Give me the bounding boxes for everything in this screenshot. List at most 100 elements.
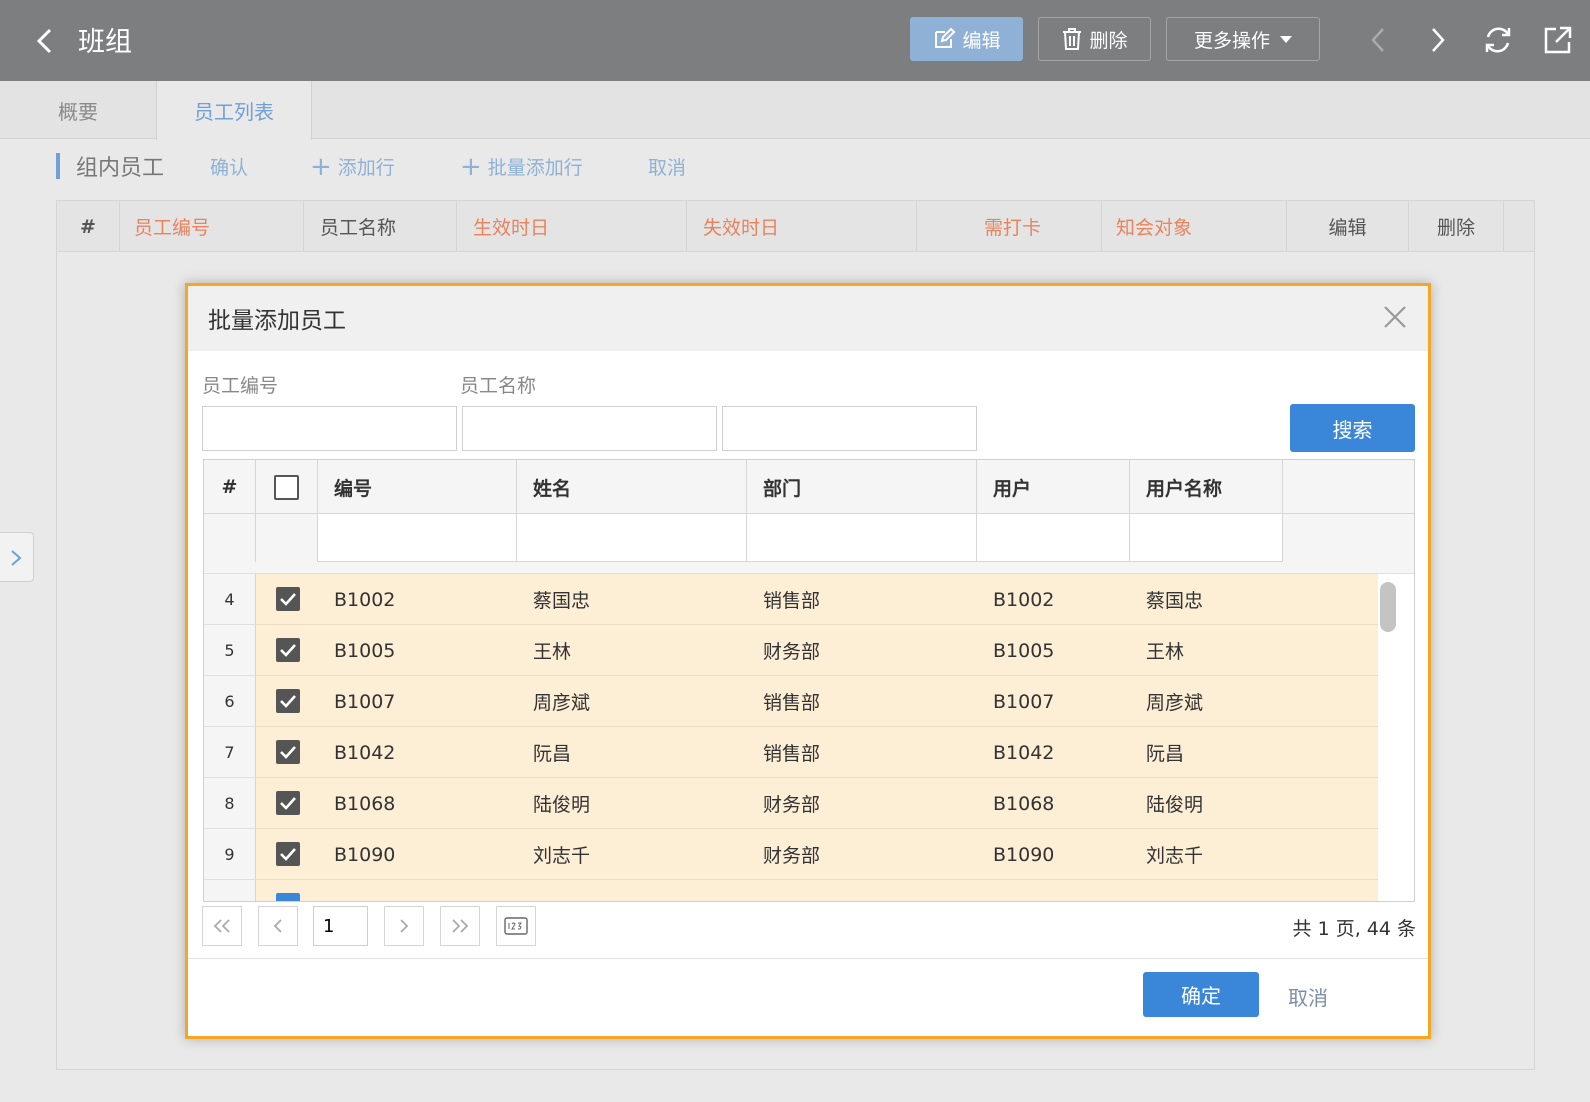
row-checkbox[interactable] — [276, 791, 300, 815]
col-user[interactable]: 用户 — [977, 460, 1130, 514]
delete-button-label: 删除 — [1089, 29, 1128, 52]
prev-record-icon[interactable] — [1358, 20, 1398, 60]
row-checkbox[interactable] — [276, 587, 300, 611]
tab-overview[interactable]: 概要 — [0, 81, 156, 139]
page-size-button[interactable] — [496, 906, 536, 946]
tab-employee-list[interactable]: 员工列表 — [156, 81, 312, 140]
add-row-label: 添加行 — [337, 157, 395, 179]
table-row[interactable]: 6 B1007 周彦斌 销售部 B1007 周彦斌 — [204, 676, 1414, 727]
app-header: 班组 编辑 删除 更多操作 — [0, 0, 1590, 81]
page-number-input[interactable] — [313, 906, 368, 946]
col-clock-in-required[interactable]: 需打卡 — [917, 201, 1102, 252]
filter-cell-code[interactable] — [318, 514, 517, 562]
dialog-footer-divider — [188, 958, 1428, 959]
side-panel-toggle[interactable] — [0, 532, 34, 582]
col-code[interactable]: 编号 — [318, 460, 517, 514]
chevron-right-icon — [11, 550, 22, 566]
selection-grid-header: # 编号 姓名 部门 用户 用户名称 — [204, 460, 1414, 514]
dialog-title: 批量添加员工 — [208, 308, 346, 334]
dialog-header: 批量添加员工 — [188, 286, 1428, 351]
col-department[interactable]: 部门 — [747, 460, 977, 514]
cell-user-name: 陆俊明 — [1146, 794, 1204, 816]
row-index — [204, 880, 256, 901]
row-checkbox[interactable] — [276, 893, 300, 901]
add-row-link[interactable]: + 添加行 — [310, 153, 395, 180]
col-name[interactable]: 姓名 — [517, 460, 747, 514]
cell-name: 蔡国忠 — [533, 590, 591, 612]
refresh-icon[interactable] — [1478, 20, 1518, 60]
row-index: 9 — [204, 829, 256, 880]
more-actions-dropdown[interactable]: 更多操作 — [1166, 17, 1320, 61]
row-checkbox[interactable] — [276, 689, 300, 713]
cancel-button[interactable]: 取消 — [1288, 982, 1328, 1011]
employee-selection-grid: # 编号 姓名 部门 用户 用户名称 4 B1002 蔡国忠 销售部 B1002… — [203, 459, 1415, 902]
col-notify-target[interactable]: 知会对象 — [1102, 201, 1287, 252]
delete-button[interactable]: 删除 — [1038, 17, 1151, 61]
cell-code: B1042 — [334, 741, 396, 764]
row-checkbox[interactable] — [276, 842, 300, 866]
table-row[interactable]: 4 B1002 蔡国忠 销售部 B1002 蔡国忠 — [204, 574, 1414, 625]
col-edit: 编辑 — [1287, 201, 1409, 252]
row-checkbox[interactable] — [276, 740, 300, 764]
col-expiry-date[interactable]: 失效时日 — [687, 201, 917, 252]
col-user-name[interactable]: 用户名称 — [1130, 460, 1283, 514]
tab-bar: 概要 员工列表 — [0, 81, 1590, 140]
cell-name: 陆俊明 — [533, 794, 591, 816]
table-row[interactable]: 7 B1042 阮昌 销售部 B1042 阮昌 — [204, 727, 1414, 778]
col-employee-name[interactable]: 员工名称 — [304, 201, 457, 252]
confirm-link[interactable]: 确认 — [210, 153, 248, 180]
next-record-icon[interactable] — [1418, 20, 1458, 60]
filter-label-name: 员工名称 — [460, 375, 537, 397]
batch-add-employee-dialog: 批量添加员工 员工编号 员工名称 搜索 # 编号 姓名 部门 用户 用户名称 4… — [185, 283, 1431, 1039]
table-row[interactable]: 5 B1005 王林 财务部 B1005 王林 — [204, 625, 1414, 676]
row-index: 8 — [204, 778, 256, 829]
cell-user: B1090 — [993, 843, 1055, 866]
cell-department: 财务部 — [763, 845, 821, 867]
filter-cell-user-name[interactable] — [1130, 514, 1283, 562]
filter-cell-user[interactable] — [977, 514, 1130, 562]
employee-code-input[interactable] — [202, 406, 457, 451]
prev-page-button[interactable] — [258, 906, 298, 946]
edit-button[interactable]: 编辑 — [910, 17, 1023, 61]
open-external-icon[interactable] — [1538, 20, 1578, 60]
select-all-checkbox[interactable] — [274, 474, 299, 500]
double-chevron-right-icon — [452, 919, 469, 933]
filter-cell-name[interactable] — [517, 514, 747, 562]
col-employee-code[interactable]: 员工编号 — [120, 201, 304, 252]
cell-department: 销售部 — [763, 692, 821, 714]
employee-name-input[interactable] — [462, 406, 717, 451]
edit-button-label: 编辑 — [962, 29, 1001, 52]
cell-user-name: 蔡国忠 — [1146, 590, 1204, 612]
filter-cell-department[interactable] — [747, 514, 977, 562]
cell-user-name: 刘志千 — [1146, 845, 1204, 867]
last-page-button[interactable] — [440, 906, 480, 946]
col-index: # — [204, 460, 256, 514]
col-delete: 删除 — [1409, 201, 1504, 252]
back-arrow-icon[interactable] — [28, 22, 62, 60]
chevron-left-icon — [273, 919, 282, 933]
batch-add-row-link[interactable]: + 批量添加行 — [460, 153, 583, 180]
cell-department: 销售部 — [763, 590, 821, 612]
next-page-button[interactable] — [384, 906, 424, 946]
confirm-button[interactable]: 确定 — [1143, 972, 1259, 1017]
cell-code: B1007 — [334, 690, 396, 713]
table-row[interactable]: 8 B1068 陆俊明 财务部 B1068 陆俊明 — [204, 778, 1414, 829]
double-chevron-left-icon — [213, 919, 230, 933]
check-icon — [280, 848, 296, 861]
edit-icon — [935, 27, 956, 48]
grid-separator — [204, 562, 1414, 574]
extra-filter-input[interactable] — [722, 406, 977, 451]
check-icon — [280, 593, 296, 606]
table-row-partial[interactable] — [204, 880, 1414, 901]
col-effective-date[interactable]: 生效时日 — [457, 201, 687, 252]
close-icon[interactable] — [1382, 304, 1408, 330]
row-checkbox[interactable] — [276, 638, 300, 662]
first-page-button[interactable] — [202, 906, 242, 946]
search-button[interactable]: 搜索 — [1290, 404, 1415, 452]
cell-department: 销售部 — [763, 743, 821, 765]
scrollbar-thumb[interactable] — [1380, 582, 1396, 632]
cell-code: B1005 — [334, 639, 396, 662]
cell-user: B1042 — [993, 741, 1055, 764]
cancel-link[interactable]: 取消 — [648, 153, 686, 180]
table-row[interactable]: 9 B1090 刘志千 财务部 B1090 刘志千 — [204, 829, 1414, 880]
